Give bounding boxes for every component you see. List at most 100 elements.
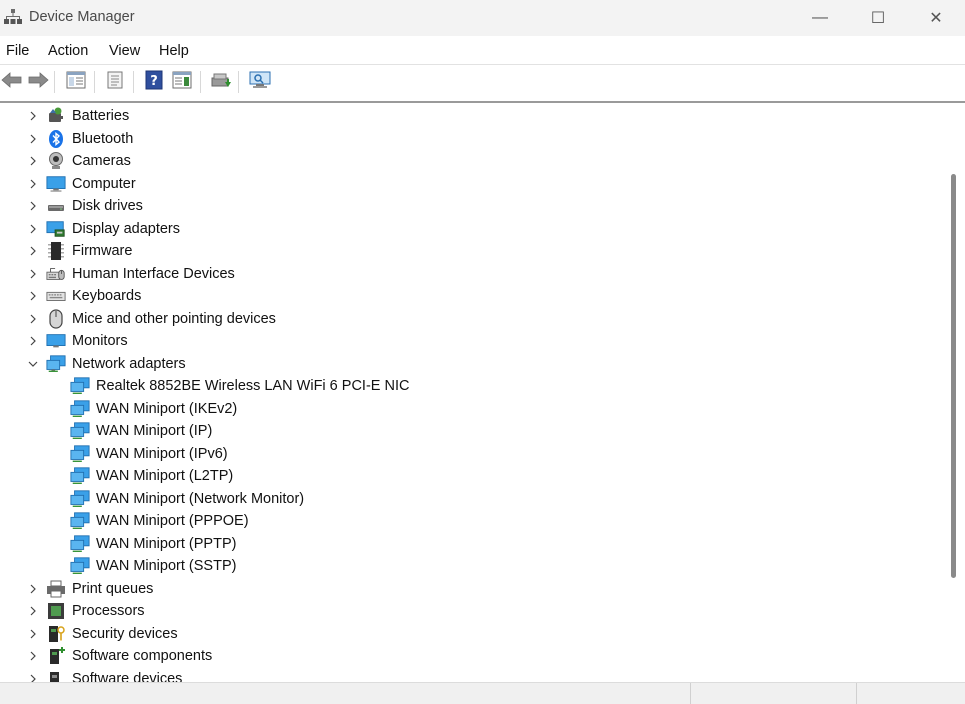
tree-item-network-adapters[interactable]: Network adapters	[0, 353, 940, 375]
show-hide-console-tree-icon	[66, 71, 86, 94]
tree-item-print-queues[interactable]: Print queues	[0, 578, 940, 600]
network-adapter-icon	[70, 444, 90, 464]
tree-item-software-components[interactable]: Software components	[0, 645, 940, 667]
maximize-button[interactable]: ☐	[849, 0, 907, 36]
tree-item-label: Human Interface Devices	[72, 266, 235, 282]
chevron-right-icon[interactable]	[28, 584, 38, 594]
network-adapter-icon	[70, 421, 90, 441]
chevron-right-icon[interactable]	[28, 314, 38, 324]
network-adapter-icon	[46, 354, 66, 374]
network-adapter-item[interactable]: WAN Miniport (PPPOE)	[70, 510, 249, 532]
tree-item-label: Keyboards	[72, 288, 142, 304]
chevron-right-icon[interactable]	[28, 629, 38, 639]
show-hide-console-tree-button[interactable]	[64, 70, 88, 94]
battery-icon	[46, 106, 66, 126]
network-adapter-item[interactable]: WAN Miniport (Network Monitor)	[70, 488, 304, 510]
toolbar-separator	[94, 71, 95, 93]
chevron-down-icon[interactable]	[28, 359, 38, 369]
chevron-right-icon[interactable]	[28, 651, 38, 661]
network-adapter-item[interactable]: WAN Miniport (IPv6)	[70, 443, 228, 465]
tree-item-label: Processors	[72, 603, 145, 619]
help-button[interactable]: ?	[142, 70, 166, 94]
tree-item-computer[interactable]: Computer	[0, 173, 940, 195]
vertical-scrollbar[interactable]	[943, 104, 965, 682]
scan-hardware-changes-icon	[248, 70, 272, 95]
status-bar	[0, 682, 965, 704]
tree-item-firmware[interactable]: Firmware	[0, 240, 940, 262]
svg-text:?: ?	[150, 74, 158, 89]
toolbar-divider	[0, 101, 965, 103]
menu-view[interactable]: View	[109, 43, 140, 59]
tree-item-mice[interactable]: Mice and other pointing devices	[0, 308, 940, 330]
scan-hardware-changes-button[interactable]	[248, 70, 272, 94]
properties-button[interactable]	[103, 70, 127, 94]
tree-item-label: Batteries	[72, 108, 130, 124]
chevron-right-icon[interactable]	[28, 111, 38, 121]
toolbar: ?	[0, 66, 965, 98]
network-adapter-item[interactable]: Realtek 8852BE Wireless LAN WiFi 6 PCI-E…	[70, 375, 409, 397]
tree-item-disk-drives[interactable]: Disk drives	[0, 195, 940, 217]
chevron-right-icon[interactable]	[28, 291, 38, 301]
minimize-button[interactable]: —	[791, 0, 849, 36]
chevron-right-icon[interactable]	[28, 156, 38, 166]
network-adapter-icon	[70, 466, 90, 486]
software-component-icon	[46, 646, 66, 666]
chevron-right-icon[interactable]	[28, 246, 38, 256]
tree-item-label: Bluetooth	[72, 131, 134, 147]
tree-item-bluetooth[interactable]: Bluetooth	[0, 128, 940, 150]
network-adapter-item[interactable]: WAN Miniport (IP)	[70, 420, 212, 442]
back-button[interactable]	[0, 70, 24, 94]
forward-arrow-icon	[27, 71, 49, 93]
network-adapter-item[interactable]: WAN Miniport (PPTP)	[70, 533, 236, 555]
chevron-right-icon[interactable]	[28, 201, 38, 211]
title-bar: Device Manager — ☐ ✕	[0, 0, 965, 36]
menu-bar: File Action View Help	[0, 38, 965, 64]
firmware-icon	[46, 241, 66, 261]
chevron-right-icon[interactable]	[28, 269, 38, 279]
tree-item-label: Realtek 8852BE Wireless LAN WiFi 6 PCI-E…	[96, 378, 410, 394]
tree-item-label: WAN Miniport (IPv6)	[96, 446, 228, 462]
tree-item-label: Cameras	[72, 153, 131, 169]
tree-item-display-adapters[interactable]: Display adapters	[0, 218, 940, 240]
tree-item-keyboards[interactable]: Keyboards	[0, 285, 940, 307]
network-adapter-item[interactable]: WAN Miniport (L2TP)	[70, 465, 233, 487]
chevron-right-icon[interactable]	[28, 224, 38, 234]
tree-item-human-interface-devices[interactable]: Human Interface Devices	[0, 263, 940, 285]
forward-button[interactable]	[26, 70, 50, 94]
chevron-right-icon[interactable]	[28, 179, 38, 189]
tree-item-label: Disk drives	[72, 198, 143, 214]
software-device-icon	[46, 669, 66, 682]
close-button[interactable]: ✕	[907, 0, 965, 36]
tree-item-cameras[interactable]: Cameras	[0, 150, 940, 172]
tree-item-batteries[interactable]: Batteries	[0, 105, 940, 127]
tree-item-label: Computer	[72, 176, 136, 192]
chevron-right-icon[interactable]	[28, 134, 38, 144]
menu-action[interactable]: Action	[48, 43, 88, 59]
camera-icon	[46, 151, 66, 171]
tree-item-label: Network adapters	[72, 356, 186, 372]
toolbar-separator	[200, 71, 201, 93]
network-adapter-icon	[70, 556, 90, 576]
menu-help[interactable]: Help	[159, 43, 189, 59]
scrollbar-thumb[interactable]	[951, 174, 956, 578]
tree-item-software-devices[interactable]: Software devices	[0, 668, 940, 682]
network-adapter-item[interactable]: WAN Miniport (IKEv2)	[70, 398, 237, 420]
network-adapter-item[interactable]: WAN Miniport (SSTP)	[70, 555, 236, 577]
device-tree[interactable]: Batteries Bluetooth Cameras Computer Dis…	[0, 104, 943, 682]
tree-item-processors[interactable]: Processors	[0, 600, 940, 622]
tree-item-security-devices[interactable]: Security devices	[0, 623, 940, 645]
chevron-right-icon[interactable]	[28, 606, 38, 616]
monitor-icon	[46, 331, 66, 351]
chevron-right-icon[interactable]	[28, 336, 38, 346]
disk-drive-icon	[46, 196, 66, 216]
window-title: Device Manager	[29, 9, 135, 25]
chevron-right-icon[interactable]	[28, 674, 38, 682]
printer-icon	[46, 579, 66, 599]
bluetooth-icon	[46, 129, 66, 149]
tree-item-monitors[interactable]: Monitors	[0, 330, 940, 352]
network-adapter-icon	[70, 376, 90, 396]
tree-item-label: Monitors	[72, 333, 128, 349]
menu-file[interactable]: File	[6, 43, 29, 59]
update-driver-button[interactable]	[209, 70, 233, 94]
action-pane-button[interactable]	[170, 70, 194, 94]
